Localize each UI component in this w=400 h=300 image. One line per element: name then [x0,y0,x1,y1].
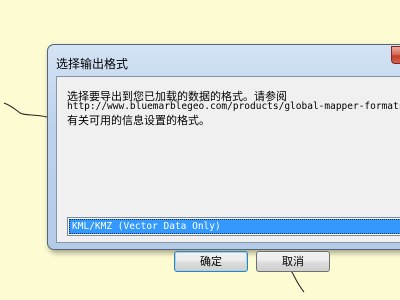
formats-url-text: http://www.bluemarblegeo.com/products/gl… [67,101,400,112]
ok-button[interactable]: 确定 [174,251,248,272]
select-output-format-dialog: 选择输出格式 选择要导出到您已加载的数据的格式。请参阅 http://www.b… [47,44,400,272]
format-list[interactable]: KML/KMZ (Vector Data Only) [67,217,400,236]
dialog-client-area: 选择要导出到您已加载的数据的格式。请参阅 http://www.bluemarb… [56,76,400,272]
instruction-text-2: 有关可用的信息设置的格式。 [67,114,210,127]
close-button[interactable] [391,46,400,64]
dialog-title: 选择输出格式 [56,57,129,71]
format-list-item-selected[interactable]: KML/KMZ (Vector Data Only) [69,219,400,234]
cancel-button[interactable]: 取消 [256,251,330,272]
dialog-titlebar[interactable]: 选择输出格式 [48,45,400,77]
